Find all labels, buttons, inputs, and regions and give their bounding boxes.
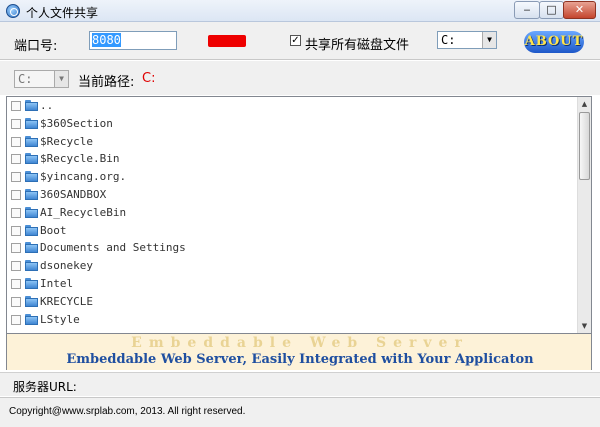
list-item[interactable]: $360Section xyxy=(7,115,579,133)
maximize-button[interactable]: □ xyxy=(539,1,564,19)
item-checkbox[interactable] xyxy=(11,225,21,236)
list-item[interactable]: Boot xyxy=(7,222,579,240)
vertical-scrollbar[interactable]: ▲ ▼ xyxy=(577,97,591,333)
port-value: 8080 xyxy=(92,33,121,47)
share-all-label: 共享所有磁盘文件 xyxy=(305,38,410,53)
item-checkbox[interactable] xyxy=(11,243,21,254)
list-item[interactable]: $Recycle xyxy=(7,133,579,151)
drive-select-value: C: xyxy=(441,33,456,47)
item-name: AI_RecycleBin xyxy=(40,205,127,219)
item-name: .. xyxy=(40,99,54,112)
copyright-text: Copyright@www.srplab.com, 2013. All righ… xyxy=(9,406,246,417)
folder-icon xyxy=(25,153,38,165)
port-label: 端口号: xyxy=(14,39,58,54)
folder-icon xyxy=(25,171,38,183)
list-item[interactable]: dsonekey xyxy=(7,257,579,275)
folder-icon xyxy=(25,117,38,129)
about-button[interactable]: ABOUT xyxy=(524,31,584,53)
list-item[interactable]: $Recycle.Bin xyxy=(7,150,579,168)
item-name: LStyle xyxy=(40,312,80,326)
drive-select[interactable]: C: ▼ xyxy=(437,31,497,49)
item-name: Intel xyxy=(40,276,74,290)
scrollbar-thumb[interactable] xyxy=(579,112,590,180)
item-checkbox[interactable] xyxy=(11,101,21,111)
list-item[interactable]: LStyle xyxy=(7,311,579,329)
item-checkbox[interactable] xyxy=(11,136,21,147)
app-icon xyxy=(6,4,20,18)
folder-icon xyxy=(25,206,38,218)
item-checkbox[interactable] xyxy=(11,154,21,165)
folder-icon xyxy=(25,242,38,254)
server-status-indicator xyxy=(208,35,246,47)
item-name: $360Section xyxy=(40,116,113,130)
item-checkbox[interactable] xyxy=(11,261,21,272)
folder-icon xyxy=(25,313,38,325)
settings-toolbar: 端口号: 8080 ✓ 共享所有磁盘文件 C: ▼ ABOUT xyxy=(0,22,600,60)
item-name: Documents and Settings xyxy=(40,241,186,255)
scroll-up-icon[interactable]: ▲ xyxy=(578,97,591,111)
folder-icon xyxy=(25,135,38,147)
chevron-down-icon: ▼ xyxy=(482,32,496,48)
chevron-down-icon: ▼ xyxy=(54,71,68,87)
current-path-label: 当前路径: xyxy=(78,75,135,90)
item-name: 360SANDBOX xyxy=(40,187,107,201)
title-bar: 个人文件共享 ‒ □ ✕ xyxy=(0,0,600,22)
promo-banner: Embeddable Web Server Embeddable Web Ser… xyxy=(6,334,592,370)
window-title: 个人文件共享 xyxy=(26,6,99,20)
list-item[interactable]: 360SANDBOX xyxy=(7,186,579,204)
path-drive-select[interactable]: C: ▼ xyxy=(14,70,69,88)
share-all-checkbox[interactable]: ✓ xyxy=(290,35,301,46)
item-name: $Recycle xyxy=(40,134,93,148)
item-name: KRECYCLE xyxy=(40,294,93,308)
folder-icon xyxy=(25,188,38,200)
minimize-button[interactable]: ‒ xyxy=(514,1,540,19)
item-checkbox[interactable] xyxy=(11,314,21,325)
path-drive-value: C: xyxy=(18,72,33,86)
item-checkbox[interactable] xyxy=(11,189,21,200)
close-button[interactable]: ✕ xyxy=(563,1,596,19)
status-bar: Copyright@www.srplab.com, 2013. All righ… xyxy=(0,397,600,427)
item-name: $yincang.org. xyxy=(40,170,127,184)
folder-icon xyxy=(25,100,38,111)
list-item[interactable]: Intel xyxy=(7,275,579,293)
item-checkbox[interactable] xyxy=(11,118,21,129)
current-path-value: C: xyxy=(142,71,156,86)
list-item[interactable]: $yincang.org. xyxy=(7,168,579,186)
file-list[interactable]: .. $360Section $Recycle $Recycle.Bin $yincan… xyxy=(6,96,592,334)
path-row: C: ▼ 当前路径: C: xyxy=(0,61,600,95)
banner-subtitle: Embeddable Web Server, Easily Integrated… xyxy=(66,352,534,367)
item-name: Boot xyxy=(40,223,67,237)
folder-icon xyxy=(25,224,38,236)
item-checkbox[interactable] xyxy=(11,207,21,218)
item-checkbox[interactable] xyxy=(11,278,21,289)
scroll-down-icon[interactable]: ▼ xyxy=(578,319,591,333)
server-url-bar: 服务器URL: xyxy=(0,372,600,396)
list-item[interactable]: AI_RecycleBin xyxy=(7,204,579,222)
list-item[interactable]: KRECYCLE xyxy=(7,293,579,311)
banner-title: Embeddable Web Server xyxy=(131,335,469,351)
folder-icon xyxy=(25,295,38,307)
file-list-rows: .. $360Section $Recycle $Recycle.Bin $yincan… xyxy=(7,97,579,328)
server-url-label: 服务器URL: xyxy=(13,380,77,394)
port-input[interactable]: 8080 xyxy=(89,31,177,50)
folder-icon xyxy=(25,277,38,289)
item-name: $Recycle.Bin xyxy=(40,152,120,166)
list-item[interactable]: .. xyxy=(7,97,579,115)
folder-icon xyxy=(25,260,38,272)
item-checkbox[interactable] xyxy=(11,296,21,307)
list-item[interactable]: Documents and Settings xyxy=(7,239,579,257)
item-checkbox[interactable] xyxy=(11,172,21,183)
item-name: dsonekey xyxy=(40,259,93,273)
